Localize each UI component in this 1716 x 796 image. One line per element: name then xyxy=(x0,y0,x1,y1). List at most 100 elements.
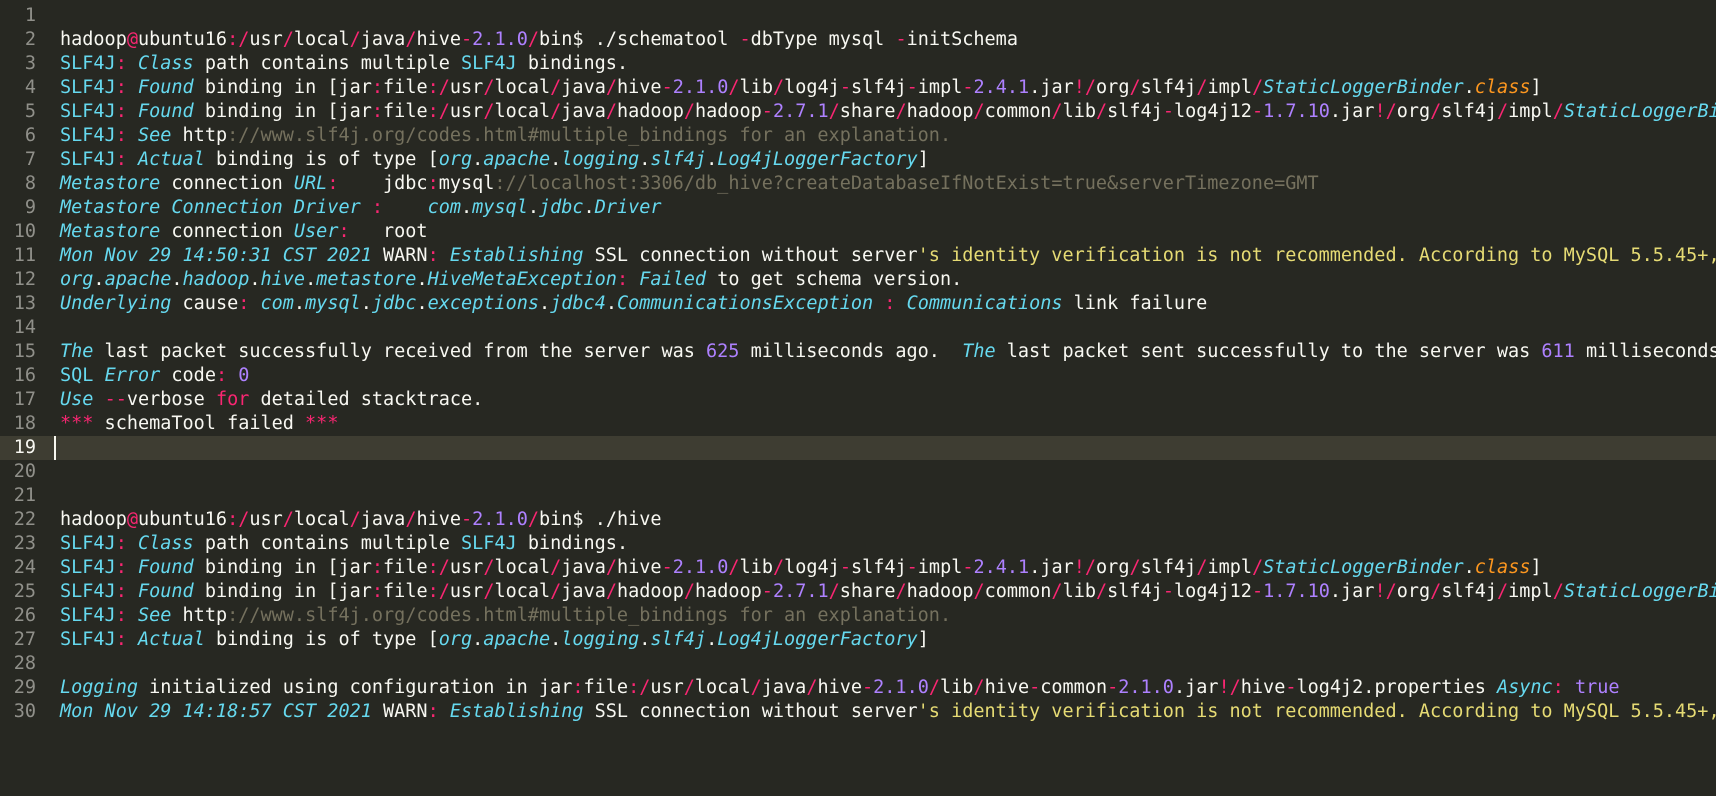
line-number: 2 xyxy=(24,29,36,50)
code-line[interactable]: 28 xyxy=(0,652,1716,676)
code-line[interactable]: 1 xyxy=(0,4,1716,28)
code-line[interactable]: 6 SLF4J: See http://www.slf4j.org/codes.h… xyxy=(0,124,1716,148)
line-number: 15 xyxy=(13,341,36,362)
code-token: / xyxy=(550,101,562,122)
code-line[interactable]: 18 *** schemaTool failed *** xyxy=(0,412,1716,436)
code-token: Class xyxy=(137,53,194,74)
code-line[interactable]: 17 Use --verbose for detailed stacktrace. xyxy=(0,388,1716,412)
code-line[interactable]: 14 xyxy=(0,316,1716,340)
code-token: Error xyxy=(104,365,161,386)
code-token: / xyxy=(895,101,907,122)
code-token: - xyxy=(761,581,773,602)
code-line[interactable]: 16 SQL Error code: 0 xyxy=(0,364,1716,388)
line-number: 11 xyxy=(13,245,36,266)
code-token: . xyxy=(639,149,651,170)
code-token: binding is of type [ xyxy=(204,149,439,170)
code-token: impl xyxy=(1207,557,1253,578)
code-token: : xyxy=(371,77,384,98)
code-token: root xyxy=(349,221,428,242)
code-token: : xyxy=(115,605,138,626)
code-token: metastore xyxy=(316,269,417,290)
code-token: SLF4J xyxy=(60,605,116,626)
code-line[interactable]: 5 SLF4J: Found binding in [jar:file:/usr/… xyxy=(0,100,1716,124)
code-token: binding in [jar xyxy=(193,581,372,602)
code-line[interactable]: 19 xyxy=(0,436,1716,460)
code-token: Metastore Connection Driver xyxy=(60,197,372,218)
code-token: . xyxy=(171,269,183,290)
code-token: 2.4.1 xyxy=(973,557,1030,578)
code-token: Log4jLoggerFactory xyxy=(717,629,918,650)
code-line[interactable]: 27 SLF4J: Actual binding is of type [org.… xyxy=(0,628,1716,652)
code-token: exceptions xyxy=(427,293,539,314)
code-line[interactable]: 25 SLF4J: Found binding in [jar:file:/usr… xyxy=(0,580,1716,604)
code-token: file xyxy=(383,557,428,578)
code-token: share xyxy=(839,101,896,122)
code-token: file xyxy=(383,101,428,122)
code-line[interactable]: 10 Metastore connection User: root xyxy=(0,220,1716,244)
code-token: . xyxy=(550,149,562,170)
code-token: : xyxy=(338,221,350,242)
code-token: :/ xyxy=(427,581,450,602)
code-token: 611 xyxy=(1541,341,1575,362)
code-token: ] xyxy=(917,149,929,170)
code-token: - xyxy=(839,557,851,578)
code-token: : xyxy=(115,557,138,578)
code-token: / xyxy=(282,509,294,530)
code-token: !/ xyxy=(1073,557,1097,578)
code-line[interactable]: 20 xyxy=(0,460,1716,484)
code-token: mysql xyxy=(438,173,495,194)
code-line[interactable]: 8 Metastore connection URL: jdbc:mysql://… xyxy=(0,172,1716,196)
code-token: !/ xyxy=(1374,101,1397,122)
code-line[interactable]: 11 Mon Nov 29 14:50:31 CST 2021 WARN: Est… xyxy=(0,244,1716,268)
code-token: http xyxy=(171,605,228,626)
code-token: The xyxy=(962,341,996,362)
code-line[interactable]: 12 org.apache.hadoop.hive.metastore.HiveM… xyxy=(0,268,1716,292)
code-token: Actual xyxy=(137,629,205,650)
code-line[interactable]: 26 SLF4J: See http://www.slf4j.org/codes.… xyxy=(0,604,1716,628)
code-token: for xyxy=(215,389,250,410)
code-token: / xyxy=(605,581,617,602)
code-token: . xyxy=(583,197,595,218)
code-line[interactable]: 4 SLF4J: Found binding in [jar:file:/usr/… xyxy=(0,76,1716,100)
code-token: Found xyxy=(137,557,194,578)
code-token: lib xyxy=(739,557,773,578)
code-token: jdbc4 xyxy=(550,293,606,314)
code-token: lib xyxy=(1062,101,1096,122)
code-token: / xyxy=(483,557,495,578)
code-token: - xyxy=(739,29,751,50)
code-line[interactable]: 3 SLF4J: Class path contains multiple SLF… xyxy=(0,52,1716,76)
code-token: / xyxy=(750,677,762,698)
line-number: 26 xyxy=(13,605,36,626)
code-token: See xyxy=(137,605,172,626)
code-editor[interactable]: 1 2 hadoop@ubuntu16:/usr/local/java/hive-2… xyxy=(0,0,1716,796)
code-line[interactable]: 29 Logging initialized using configuratio… xyxy=(0,676,1716,700)
code-line[interactable]: 22 hadoop@ubuntu16:/usr/local/java/hive-2… xyxy=(0,508,1716,532)
code-token: file xyxy=(583,677,629,698)
code-token: apache xyxy=(104,269,172,290)
code-token: true xyxy=(1574,677,1620,698)
code-token: slf4j xyxy=(850,557,907,578)
code-token: URL xyxy=(293,173,328,194)
line-code: Underlying cause: com.mysql.jdbc.excepti… xyxy=(60,293,1207,314)
line-code: Mon Nov 29 14:50:31 CST 2021 WARN: Estab… xyxy=(60,245,1716,266)
code-token: apache xyxy=(483,629,551,650)
code-line[interactable]: 2 hadoop@ubuntu16:/usr/local/java/hive-2.… xyxy=(0,28,1716,52)
code-token: : xyxy=(873,293,907,314)
code-token: / xyxy=(895,581,907,602)
code-line[interactable]: 7 SLF4J: Actual binding is of type [org.a… xyxy=(0,148,1716,172)
code-token: / xyxy=(282,29,294,50)
code-line[interactable]: 30 Mon Nov 29 14:18:57 CST 2021 WARN: Est… xyxy=(0,700,1716,724)
line-number: 21 xyxy=(13,485,36,506)
code-line[interactable]: 21 xyxy=(0,484,1716,508)
code-line[interactable]: 24 SLF4J: Found binding in [jar:file:/usr… xyxy=(0,556,1716,580)
code-line[interactable]: 23 SLF4J: Class path contains multiple SL… xyxy=(0,532,1716,556)
code-token: hive xyxy=(260,269,306,290)
code-line[interactable]: 15 The last packet successfully received … xyxy=(0,340,1716,364)
code-token: java xyxy=(360,29,406,50)
code-token: jdbc xyxy=(338,173,428,194)
code-token: schemaTool failed xyxy=(93,413,306,434)
code-token: . xyxy=(249,269,261,290)
code-line[interactable]: 13 Underlying cause: com.mysql.jdbc.excep… xyxy=(0,292,1716,316)
code-line[interactable]: 9 Metastore Connection Driver : com.mysql… xyxy=(0,196,1716,220)
code-token: java xyxy=(561,581,606,602)
